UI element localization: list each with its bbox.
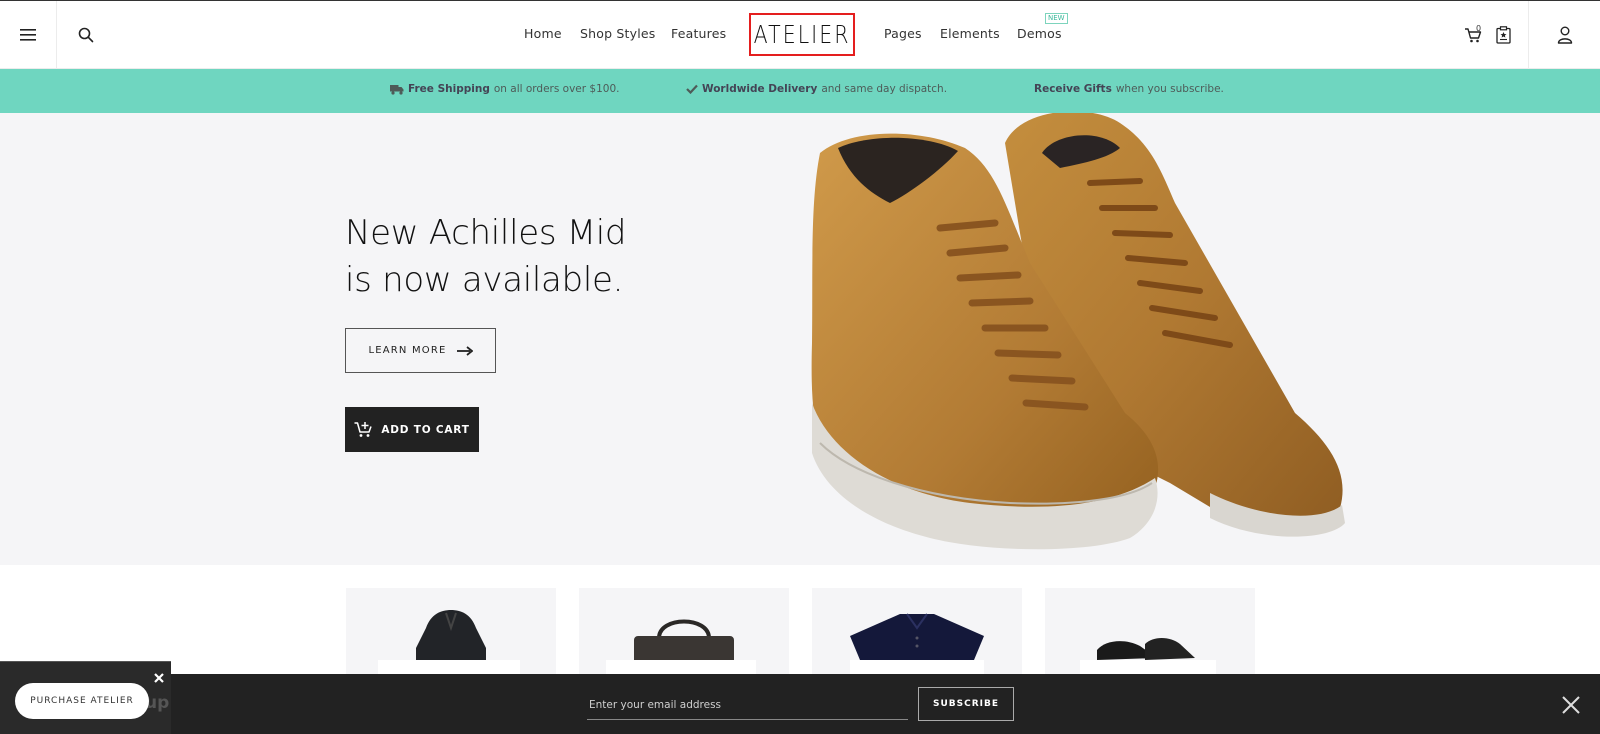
email-input[interactable]	[587, 690, 908, 720]
new-badge: NEW	[1045, 13, 1068, 24]
search-icon	[78, 27, 94, 43]
account-button[interactable]	[1528, 1, 1600, 69]
nav-shop-styles[interactable]: Shop Styles	[580, 26, 656, 41]
logo-text: ATELIER	[753, 20, 851, 49]
subscribe-button[interactable]: SUBSCRIBE	[918, 687, 1014, 721]
arrow-right-icon	[456, 345, 473, 356]
promo-strip: Free Shipping on all orders over $100. W…	[0, 69, 1600, 113]
promo-text: and same day dispatch.	[821, 83, 948, 95]
nav-demos[interactable]: Demos	[1017, 26, 1062, 41]
hero-title-line-1: New Achilles Mid	[345, 213, 627, 253]
close-icon[interactable]	[1560, 694, 1582, 716]
promo-strong: Worldwide Delivery	[702, 83, 818, 95]
wishlist-button[interactable]	[1490, 1, 1516, 69]
hero-section: New Achilles Mid is now available. LEARN…	[0, 113, 1600, 565]
check-icon	[686, 84, 698, 94]
site-logo[interactable]: ATELIER	[749, 13, 855, 56]
add-to-cart-label: ADD TO CART	[381, 423, 470, 436]
truck-icon	[390, 84, 404, 95]
promo-text: on all orders over $100.	[493, 83, 620, 95]
promo-free-shipping: Free Shipping on all orders over $100.	[390, 83, 620, 95]
hero-sneakers-image	[811, 113, 1345, 550]
hero-title-line-2: is now available.	[345, 260, 624, 300]
nav-elements[interactable]: Elements	[940, 26, 1000, 41]
menu-button[interactable]	[0, 1, 57, 69]
cart-count: 0	[1476, 24, 1482, 33]
promo-strong: Receive Gifts	[1034, 83, 1112, 95]
wishlist-icon	[1495, 26, 1511, 44]
hamburger-menu-icon	[20, 29, 36, 41]
promo-receive-gifts: Receive Gifts when you subscribe.	[1034, 83, 1224, 95]
search-button[interactable]	[57, 1, 115, 69]
user-icon	[1557, 26, 1572, 44]
nav-pages[interactable]: Pages	[884, 26, 922, 41]
cart-button[interactable]	[1460, 1, 1486, 69]
nav-features[interactable]: Features	[671, 26, 726, 41]
learn-more-button[interactable]: LEARN MORE	[345, 328, 496, 373]
promo-strong: Free Shipping	[408, 83, 490, 95]
newsletter-bar: SUBSCRIBE	[0, 674, 1600, 734]
promo-worldwide-delivery: Worldwide Delivery and same day dispatch…	[686, 83, 947, 95]
learn-more-label: LEARN MORE	[368, 345, 447, 356]
add-to-cart-icon	[354, 422, 373, 437]
nav-home[interactable]: Home	[524, 26, 562, 41]
purchase-atelier-button[interactable]: PURCHASE ATELIER	[15, 683, 149, 719]
hero-title: New Achilles Mid is now available.	[345, 210, 627, 304]
promo-text: when you subscribe.	[1115, 83, 1224, 95]
close-icon[interactable]	[153, 672, 165, 684]
site-header: Home Shop Styles Features ATELIER Pages …	[0, 0, 1600, 69]
add-to-cart-button[interactable]: ADD TO CART	[345, 407, 479, 452]
